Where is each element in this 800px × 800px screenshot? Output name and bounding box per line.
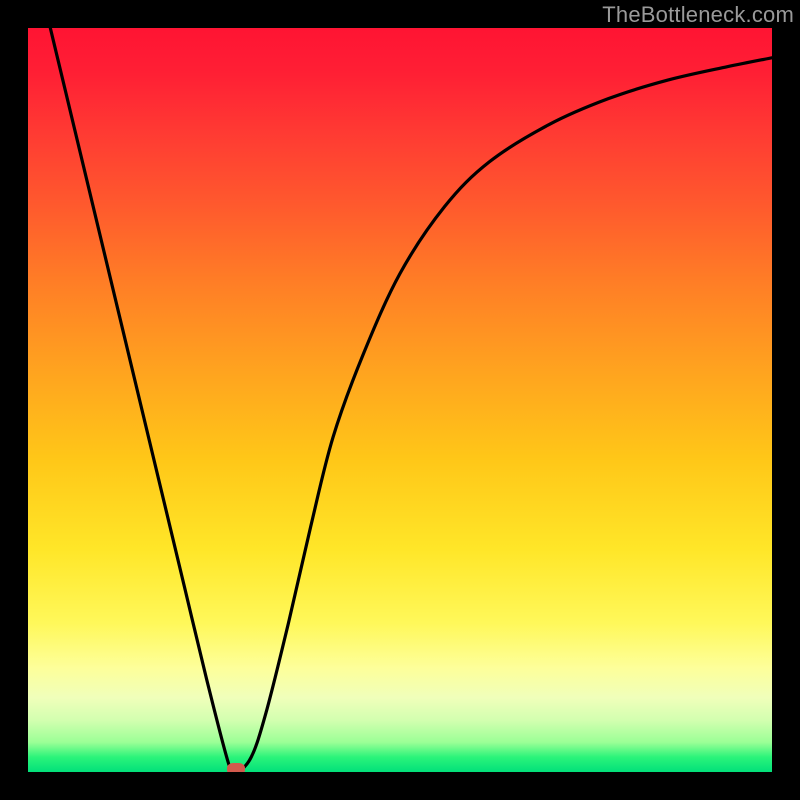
- plot-area: [28, 28, 772, 772]
- bottleneck-curve: [28, 28, 772, 772]
- minimum-marker: [227, 763, 245, 772]
- chart-frame: TheBottleneck.com: [0, 0, 800, 800]
- watermark-text: TheBottleneck.com: [602, 2, 794, 28]
